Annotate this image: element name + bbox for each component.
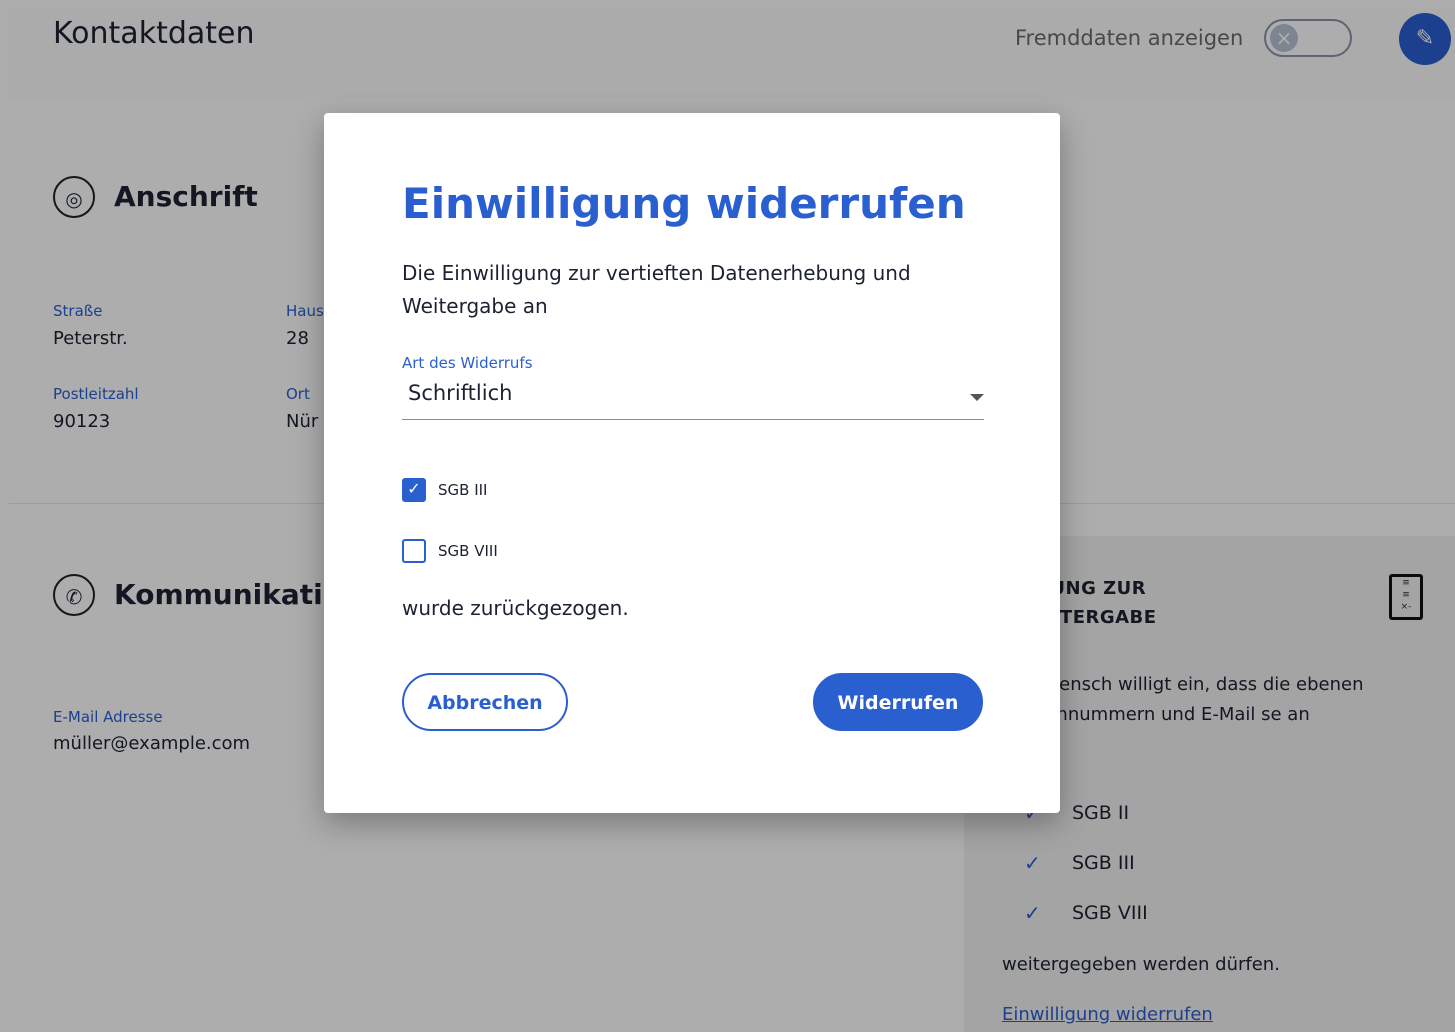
revoke-button[interactable]: Widerrufen [813, 673, 983, 731]
checkbox-label: SGB III [438, 481, 488, 499]
checkbox-sgb-iii[interactable]: ✓ [402, 478, 426, 502]
revoke-consent-dialog: Einwilligung widerrufen Die Einwilligung… [324, 113, 1060, 813]
revoke-type-value: Schriftlich [408, 381, 513, 405]
revoke-type-select[interactable]: Schriftlich [402, 375, 984, 420]
dialog-footer-text: wurde zurückgezogen. [402, 596, 629, 620]
cancel-button[interactable]: Abbrechen [402, 673, 568, 731]
revoke-type-label: Art des Widerrufs [402, 354, 533, 372]
checkbox-row-sgb-iii[interactable]: ✓ SGB III [402, 478, 487, 502]
dialog-title: Einwilligung widerrufen [402, 179, 966, 228]
checkbox-sgb-viii[interactable] [402, 539, 426, 563]
dialog-description: Die Einwilligung zur vertieften Datenerh… [402, 261, 911, 318]
dropdown-arrow-icon [970, 394, 984, 401]
checkbox-label: SGB VIII [438, 542, 498, 560]
checkbox-row-sgb-viii[interactable]: SGB VIII [402, 539, 498, 563]
